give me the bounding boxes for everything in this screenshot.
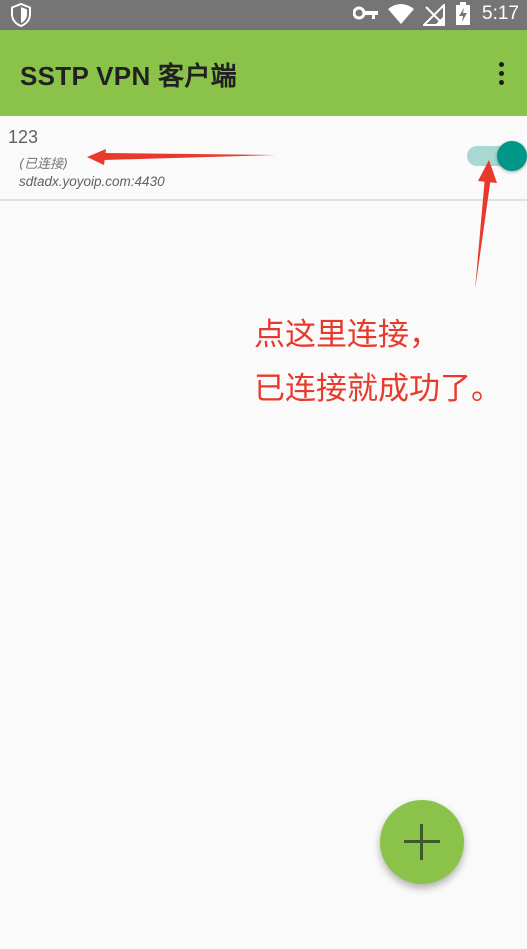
annotation-arrows (87, 149, 497, 290)
screen: 5:17 SSTP VPN 客户端 123 (已连接) sdtadx.yoyoi… (0, 0, 527, 949)
annotation-text-line1: 点这里连接， (254, 317, 440, 353)
annotation-text-line2: 已连接就成功了。 (254, 371, 502, 407)
add-profile-button[interactable] (380, 800, 464, 884)
arrow-to-status-icon (87, 149, 276, 165)
arrow-to-switch-icon (475, 160, 497, 290)
